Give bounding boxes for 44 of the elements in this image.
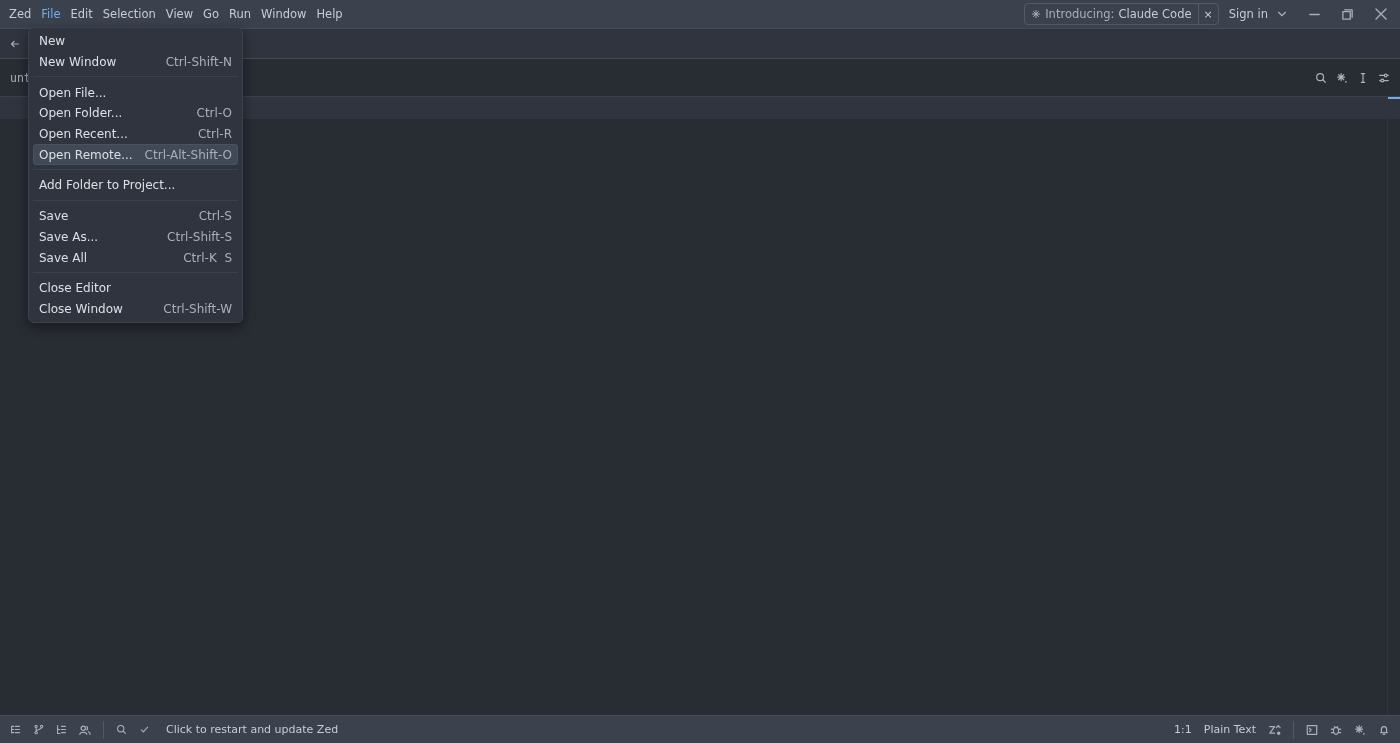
- sparkle-icon[interactable]: [1354, 723, 1366, 736]
- menu-entry[interactable]: Open File...: [33, 82, 238, 104]
- close-icon[interactable]: [1374, 7, 1388, 21]
- menu-item[interactable]: Go: [198, 7, 225, 21]
- menu-item[interactable]: View: [160, 7, 199, 21]
- bug-icon[interactable]: [1330, 723, 1342, 736]
- menu-item[interactable]: File: [36, 7, 66, 21]
- sparkle-icon[interactable]: [1336, 71, 1348, 84]
- menu-item[interactable]: Edit: [65, 7, 98, 21]
- menu-entry[interactable]: Save As... Ctrl-Shift-S: [33, 226, 238, 248]
- menu-item[interactable]: Run: [224, 7, 257, 21]
- bell-icon[interactable]: [1378, 723, 1390, 736]
- terminal-icon[interactable]: [1306, 723, 1318, 736]
- search-icon[interactable]: [1315, 71, 1327, 84]
- sparkle-icon[interactable]: [1031, 9, 1042, 19]
- project-tree-icon[interactable]: [10, 724, 21, 735]
- menu-entry[interactable]: Add Folder to Project...: [33, 175, 238, 196]
- menu-entry[interactable]: New Window Ctrl-Shift-N: [33, 51, 238, 73]
- git-branch-icon[interactable]: [33, 724, 44, 735]
- search-icon[interactable]: [116, 724, 127, 735]
- outline-list-icon[interactable]: [56, 724, 67, 735]
- sliders-icon[interactable]: [1378, 71, 1390, 84]
- menu-item[interactable]: Selection: [97, 7, 161, 21]
- menu-entry[interactable]: Close Editor: [33, 277, 238, 299]
- dismiss-button[interactable]: ×: [1197, 4, 1218, 24]
- menu-entry[interactable]: Open Remote... Ctrl-Alt-Shift-O: [33, 144, 238, 166]
- scrollbar[interactable]: [1387, 97, 1400, 715]
- menu-entry[interactable]: Save All Ctrl-K S: [33, 247, 238, 268]
- menu-entry[interactable]: Open Recent... Ctrl-R: [33, 123, 238, 145]
- update-message[interactable]: Click to restart and update Zed: [166, 723, 339, 736]
- menu-entry[interactable]: Save Ctrl-S: [33, 205, 238, 227]
- menu-entry[interactable]: New: [33, 31, 238, 52]
- announcement-link[interactable]: Introducing: Claude Code: [1025, 4, 1198, 24]
- people-icon[interactable]: [79, 723, 91, 736]
- checkmark-icon[interactable]: [139, 724, 150, 735]
- menu-entry[interactable]: Close Window Ctrl-Shift-W: [33, 298, 238, 320]
- language-selector[interactable]: Plain Text: [1203, 723, 1256, 736]
- menu-item[interactable]: Window: [256, 7, 312, 21]
- menu-item[interactable]: Zed: [4, 7, 37, 21]
- sign-in-button[interactable]: Sign in: [1228, 7, 1268, 21]
- menu-item[interactable]: Help: [311, 7, 348, 21]
- restore-icon[interactable]: [1341, 7, 1354, 21]
- cursor-position[interactable]: 1:1: [1174, 723, 1192, 736]
- menu-entry[interactable]: Open Folder... Ctrl-O: [33, 103, 238, 124]
